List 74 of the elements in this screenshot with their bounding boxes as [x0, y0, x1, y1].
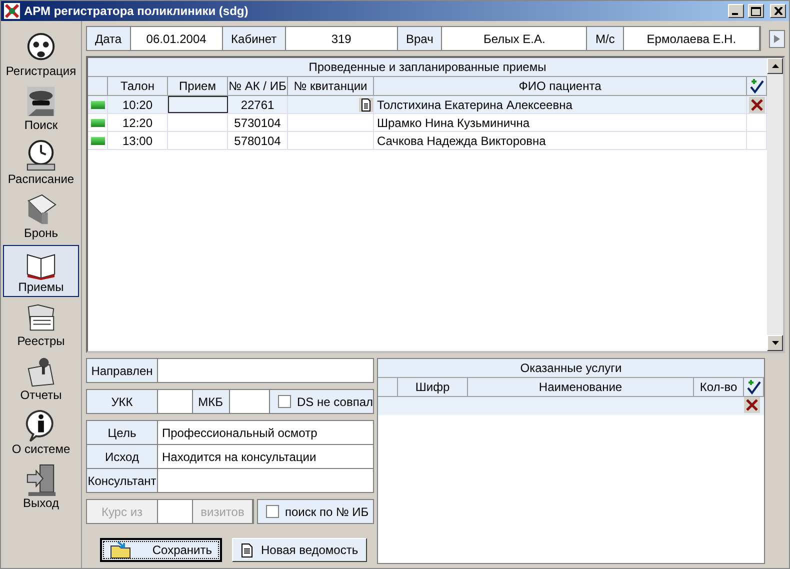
- table-row[interactable]: 13:00 5780104 Сачкова Надежда Викторовна: [88, 132, 767, 150]
- table-title: Оказанные услуги: [378, 359, 764, 378]
- column-header[interactable]: № АК / ИБ: [228, 77, 288, 95]
- maximize-button[interactable]: [748, 4, 764, 18]
- window-title: АРМ регистратора поликлиники (sdg): [24, 4, 250, 18]
- table-row[interactable]: 12:20 5730104 Шрамко Нина Кузьминична: [88, 114, 767, 132]
- table-cell: 5730104: [228, 114, 288, 131]
- sidebar-item[interactable]: Регистрация: [3, 29, 79, 81]
- arrow-right-icon: [774, 34, 780, 42]
- header-label: М/с: [587, 27, 624, 50]
- column-header[interactable]: Талон: [108, 77, 168, 95]
- scroll-down-button[interactable]: [767, 335, 783, 351]
- add-check-icon[interactable]: [746, 379, 762, 395]
- document-icon: [241, 542, 253, 558]
- table-cell: Толстихина Екатерина Алексеевна: [374, 96, 747, 113]
- field-label: Цель: [87, 421, 158, 444]
- field-label: Исход: [87, 445, 158, 468]
- table-title: Проведенные и запланированные приемы: [88, 58, 767, 77]
- table-cell: Шрамко Нина Кузьминична: [374, 114, 747, 131]
- header-label: Дата: [87, 27, 131, 50]
- field-label: визитов: [193, 500, 253, 523]
- table-cell: Сачкова Надежда Викторовна: [374, 132, 747, 149]
- new-sheet-button[interactable]: Новая ведомость: [232, 538, 368, 562]
- sidebar-item[interactable]: Поиск: [3, 83, 79, 135]
- field-label: Курс из: [87, 500, 158, 523]
- maximize-icon: [751, 6, 761, 16]
- status-led-icon: [90, 136, 104, 144]
- scrollbar[interactable]: [767, 58, 783, 351]
- column-header[interactable]: Кол-во: [694, 378, 744, 396]
- table-cell: 5780104: [228, 132, 288, 149]
- input-field[interactable]: Профессиональный осмотр: [158, 421, 373, 444]
- checkbox[interactable]: DS не совпал: [270, 390, 373, 413]
- checkbox[interactable]: поиск по № ИБ: [258, 500, 373, 523]
- column-header[interactable]: № квитанции: [288, 77, 374, 95]
- arrow-down-icon: [772, 341, 778, 345]
- table-cell: 22761: [228, 96, 288, 113]
- minimize-button[interactable]: [728, 4, 744, 18]
- sidebar-item[interactable]: Отчеты: [3, 353, 79, 405]
- arrow-up-icon: [772, 64, 778, 68]
- column-header[interactable]: Наименование: [468, 378, 694, 396]
- table-cell: 13:00: [108, 132, 168, 149]
- column-header[interactable]: Прием: [168, 77, 228, 95]
- field-label: МКБ: [192, 390, 230, 413]
- sidebar-item[interactable]: Бронь: [3, 191, 79, 243]
- stopwatch-icon: [24, 139, 58, 172]
- next-button[interactable]: [769, 30, 785, 48]
- header-label: Кабинет: [223, 27, 286, 50]
- header-value: Ермолаева Е.Н.: [624, 27, 760, 50]
- delete-icon[interactable]: [748, 96, 764, 112]
- sidebar-item[interactable]: Выход: [3, 461, 79, 513]
- header-label: Врач: [398, 27, 442, 50]
- sidebar-item[interactable]: Реестры: [3, 299, 79, 351]
- table-row[interactable]: 10:20 22761 Толстихина Екатерина Алексеевна: [88, 96, 767, 114]
- scroll-up-button[interactable]: [767, 58, 783, 74]
- exit-icon: [24, 463, 58, 496]
- app-icon: [4, 3, 20, 19]
- column-header[interactable]: Шифр: [398, 378, 468, 396]
- sidebar-item[interactable]: О системе: [3, 407, 79, 459]
- add-check-icon[interactable]: [748, 78, 764, 94]
- sidebar-item[interactable]: Расписание: [3, 137, 79, 189]
- input-field[interactable]: Находится на консультации: [158, 445, 373, 468]
- table-cell: 10:20: [108, 96, 168, 113]
- status-led-icon: [90, 118, 104, 126]
- document-icon[interactable]: [359, 98, 373, 112]
- close-button[interactable]: [770, 4, 786, 18]
- status-led-icon: [90, 100, 104, 108]
- delete-icon[interactable]: [744, 397, 760, 413]
- close-icon: [774, 7, 782, 15]
- sidebar-item[interactable]: Приемы: [3, 245, 79, 297]
- table-cell: 12:20: [108, 114, 168, 131]
- column-header[interactable]: ФИО пациента: [374, 77, 747, 95]
- field-label: Консультант: [87, 469, 158, 492]
- save-button[interactable]: Сохранить: [100, 538, 222, 562]
- field-label: УКК: [87, 390, 158, 413]
